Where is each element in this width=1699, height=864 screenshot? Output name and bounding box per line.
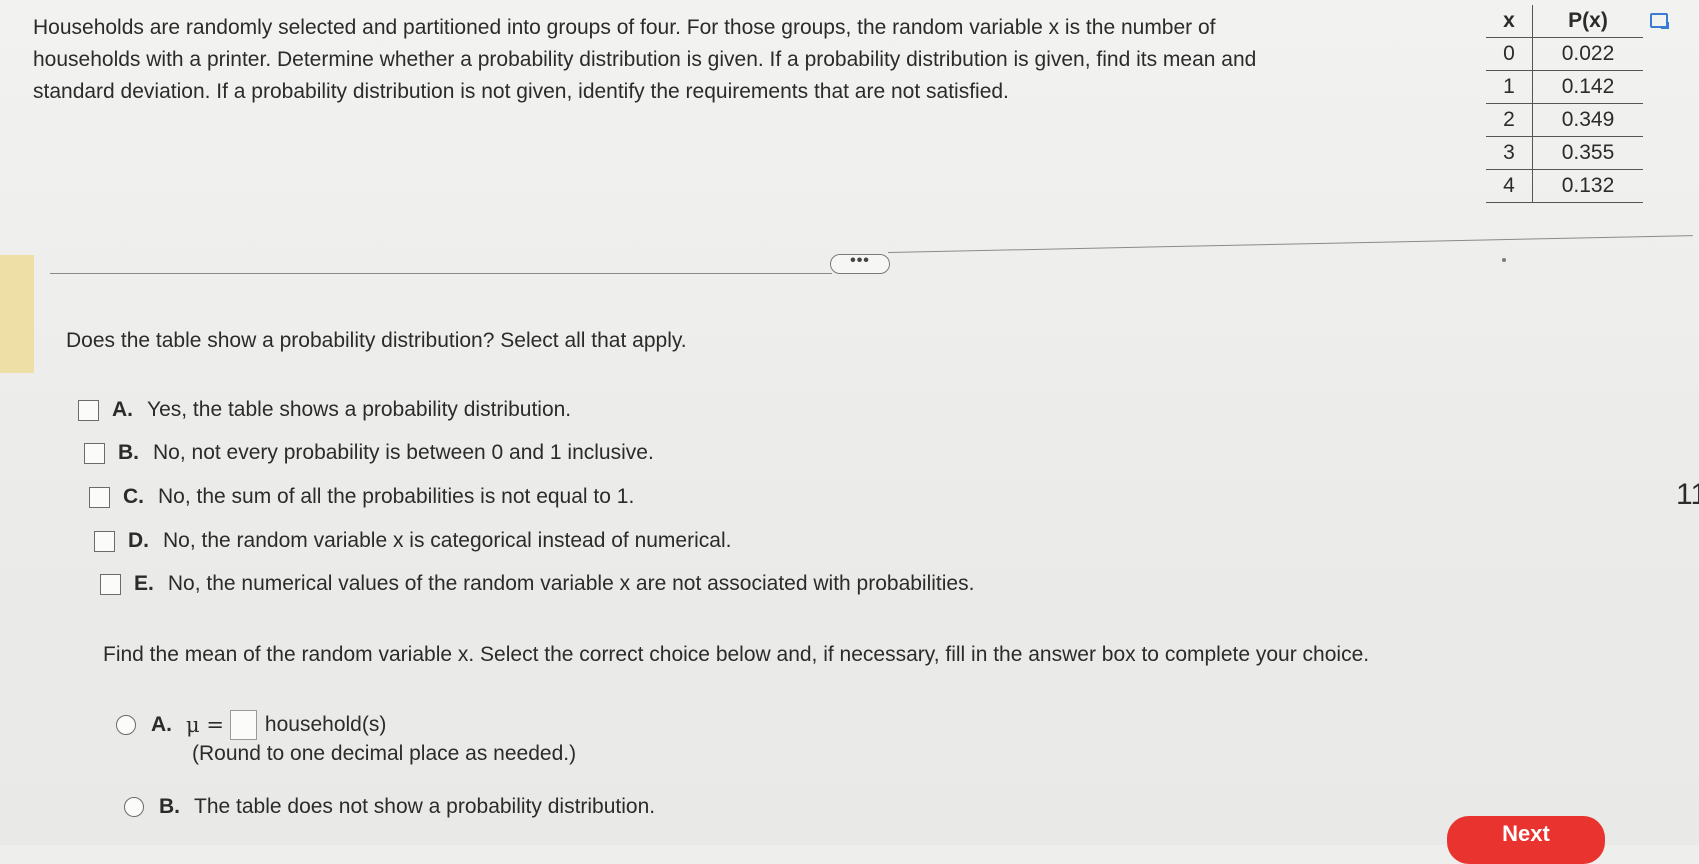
option-d[interactable]: D. No, the random variable x is categori…	[94, 529, 731, 553]
problem-line: Households are randomly selected and par…	[33, 16, 1216, 39]
option-text: No, the numerical values of the random v…	[167, 572, 975, 595]
checkbox[interactable]	[78, 399, 99, 421]
radio-button[interactable]	[124, 797, 144, 817]
option-letter: A.	[151, 713, 172, 736]
radio-button[interactable]	[116, 715, 136, 735]
section-divider	[887, 235, 1693, 253]
option-e[interactable]: E. No, the numerical values of the rando…	[100, 572, 974, 596]
option-text: No, not every probability is between 0 a…	[153, 441, 654, 464]
problem-statement: Households are randomly selected and par…	[33, 12, 1463, 108]
column-header-x: x	[1486, 5, 1533, 38]
option-letter: A.	[112, 398, 133, 421]
checkbox[interactable]	[100, 573, 121, 595]
next-button[interactable]: Next	[1447, 816, 1605, 864]
cell-x: 2	[1486, 103, 1533, 137]
table-row: 1 0.142	[1486, 70, 1643, 104]
cell-px: 0.132	[1532, 169, 1643, 203]
option-c[interactable]: C. No, the sum of all the probabilities …	[89, 485, 634, 509]
cell-x: 3	[1486, 136, 1533, 170]
option-a[interactable]: A. Yes, the table shows a probability di…	[78, 398, 571, 422]
option-text: The table does not show a probability di…	[194, 795, 656, 818]
mean-option-b[interactable]: B. The table does not show a probability…	[124, 795, 655, 819]
option-letter: E.	[134, 572, 154, 595]
option-letter: D.	[128, 529, 149, 552]
edge-text-fragment: 11	[1676, 478, 1699, 511]
cell-px: 0.355	[1532, 136, 1643, 170]
rounding-hint: (Round to one decimal place as needed.)	[192, 742, 577, 765]
section-divider	[50, 273, 832, 274]
dot-marker	[1502, 258, 1506, 262]
table-row: 3 0.355	[1486, 136, 1643, 170]
page: Households are randomly selected and par…	[0, 0, 1699, 864]
column-header-px: P(x)	[1532, 5, 1643, 38]
checkbox[interactable]	[89, 486, 110, 508]
option-text: No, the random variable x is categorical…	[163, 529, 732, 552]
cell-px: 0.142	[1532, 70, 1643, 104]
unit-label: household(s)	[264, 713, 387, 736]
option-letter: B.	[118, 441, 139, 464]
problem-line: households with a printer. Determine whe…	[33, 48, 1257, 71]
cell-x: 0	[1486, 37, 1533, 71]
table-row: 0 0.022	[1486, 37, 1643, 71]
checkbox[interactable]	[84, 442, 105, 464]
expand-more-button[interactable]: •••	[830, 253, 890, 274]
probability-table: x P(x) 0 0.022 1 0.142 2 0.349 3 0.355 4	[1486, 5, 1643, 203]
checkbox[interactable]	[94, 530, 115, 552]
table-row: 4 0.132	[1486, 169, 1643, 203]
cell-px: 0.022	[1532, 37, 1643, 71]
option-letter: C.	[123, 485, 144, 508]
cell-x: 4	[1486, 169, 1533, 203]
left-highlight-strip	[0, 255, 34, 373]
mean-answer-input[interactable]	[229, 710, 257, 740]
table-row: 2 0.349	[1486, 103, 1643, 137]
table-header-row: x P(x)	[1486, 5, 1643, 38]
option-letter: B.	[159, 795, 180, 818]
cell-px: 0.349	[1532, 103, 1643, 137]
question-prompt: Find the mean of the random variable x. …	[103, 643, 1370, 666]
question-prompt: Does the table show a probability distri…	[66, 329, 687, 352]
mean-option-a[interactable]: A. μ = household(s)	[116, 710, 386, 740]
option-b[interactable]: B. No, not every probability is between …	[84, 441, 654, 465]
problem-line: standard deviation. If a probability dis…	[33, 80, 1009, 103]
mu-label: μ =	[186, 713, 224, 737]
option-text: Yes, the table shows a probability distr…	[147, 398, 572, 421]
cell-x: 1	[1486, 70, 1533, 104]
option-text: No, the sum of all the probabilities is …	[158, 485, 635, 508]
copy-icon[interactable]	[1650, 13, 1669, 29]
